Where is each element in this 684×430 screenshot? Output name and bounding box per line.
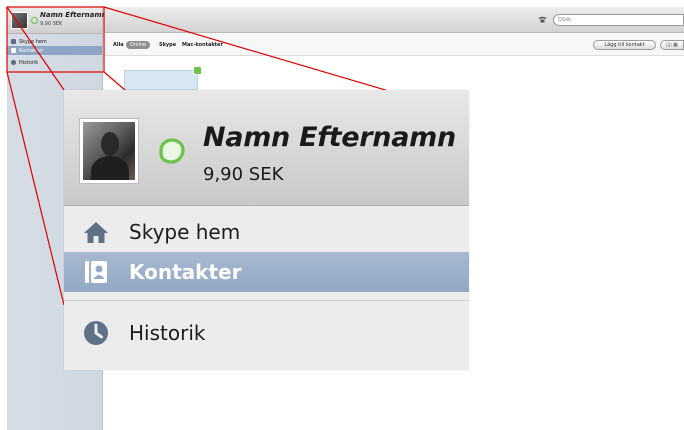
filter-skype[interactable]: Skype [159,42,176,48]
clock-icon [11,60,16,65]
zoom-profile-name: Namn Efternamn [203,122,456,153]
contacts-icon [83,259,109,285]
top-toolbar: QSök [104,7,684,33]
zoom-magnifier: Namn Efternamn 9,90 SEK Skype hem Kontak… [64,90,469,370]
sidebar-nav: Skype hem Kontakter Historik [7,34,102,67]
view-toggle-button[interactable]: ▯▯ ▦ [660,40,684,50]
profile-credit: 9,90 SEK [40,21,63,27]
sidebar-item-skype-home[interactable]: Skype hem [64,212,469,252]
filter-mac-contacts[interactable]: Mac-kontakter [182,42,223,48]
home-icon [11,39,16,44]
sidebar-item-label: Skype hem [19,38,47,45]
sidebar-item-history[interactable]: Historik [64,313,469,353]
add-contact-button[interactable]: Lägg till kontakt [593,40,656,50]
sidebar-item-label: Skype hem [129,220,241,244]
sidebar-item-contacts[interactable]: Kontakter [7,46,102,55]
sidebar-item-label: Historik [129,321,206,345]
contacts-icon [11,48,16,53]
filter-online[interactable]: Online [126,41,151,49]
sidebar-item-label: Kontakter [19,47,44,54]
sidebar-item-contacts[interactable]: Kontakter [64,252,469,292]
sidebar-item-label: Kontakter [129,260,242,284]
zoom-avatar[interactable] [79,118,139,184]
nav-divider [64,300,469,301]
home-icon [83,219,109,245]
contact-card[interactable] [124,70,198,90]
sidebar-item-label: Historik [19,59,39,66]
filter-all[interactable]: Alla [113,42,124,48]
zoom-profile-credit: 9,90 SEK [203,164,284,185]
clock-icon [83,320,109,346]
search-placeholder: Sök [561,17,572,23]
contact-status-icon [193,66,202,75]
zoom-profile: Namn Efternamn 9,90 SEK [64,90,469,206]
sidebar-profile[interactable]: Namn Efternamn 9,90 SEK [7,7,107,34]
phone-icon[interactable] [538,16,547,23]
zoom-sidebar-nav: Skype hem Kontakter Historik [64,207,469,370]
search-input[interactable]: QSök [553,14,684,26]
avatar[interactable] [11,12,28,29]
sidebar-item-history[interactable]: Historik [7,58,102,67]
online-status-icon[interactable] [31,17,38,24]
online-status-icon[interactable] [159,138,185,164]
profile-name: Namn Efternamn [40,11,107,19]
sidebar-item-skype-home[interactable]: Skype hem [7,37,102,46]
filter-bar: Alla Online Skype Mac-kontakter Lägg til… [104,34,684,56]
